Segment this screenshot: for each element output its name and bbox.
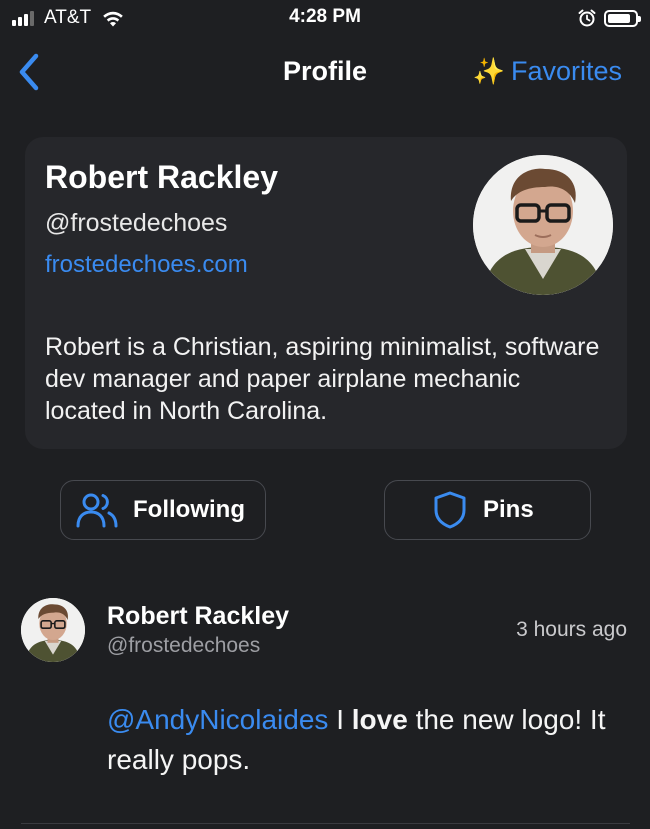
favorites-label: Favorites: [510, 56, 622, 86]
profile-bio: Robert is a Christian, aspiring minimali…: [45, 333, 600, 425]
following-button[interactable]: Following: [60, 480, 266, 540]
post-author-handle: @frostedechoes: [107, 634, 261, 657]
post-bold-word: love: [351, 704, 408, 735]
status-bar-right: [578, 6, 641, 30]
wifi-icon: [103, 11, 123, 27]
following-label: Following: [133, 496, 245, 523]
status-bar-left: AT&T: [12, 6, 125, 30]
post-divider: [21, 823, 630, 824]
profile-card: Robert Rackley @frostedechoes frostedech…: [25, 137, 627, 449]
mention-link[interactable]: @AndyNicolaides: [107, 704, 328, 735]
avatar-photo: [21, 598, 85, 662]
profile-avatar[interactable]: [473, 155, 613, 295]
profile-website-link[interactable]: frostedechoes.com: [45, 251, 248, 279]
profile-name: Robert Rackley: [45, 159, 278, 195]
avatar-photo: [473, 155, 613, 295]
profile-screen: AT&T 4:28 PM Profile ✨ Favorites Robert …: [0, 0, 650, 829]
carrier-name: AT&T: [44, 7, 92, 28]
sparkles-icon: ✨: [472, 56, 505, 86]
profile-handle: @frostedechoes: [45, 209, 228, 237]
post-timestamp: 3 hours ago: [516, 618, 627, 641]
favorites-button[interactable]: ✨ Favorites: [473, 56, 622, 87]
battery-icon: [604, 9, 641, 27]
users-icon: [75, 490, 119, 530]
back-button[interactable]: [12, 52, 46, 92]
post-author-avatar[interactable]: [21, 598, 85, 662]
status-bar: AT&T 4:28 PM: [0, 0, 650, 36]
pins-button[interactable]: Pins: [384, 480, 591, 540]
shield-icon: [433, 490, 467, 530]
pins-label: Pins: [483, 496, 534, 523]
post-author-name[interactable]: Robert Rackley: [107, 602, 289, 631]
navigation-bar: Profile ✨ Favorites: [0, 44, 650, 100]
post-body: @AndyNicolaides I love the new logo! It …: [107, 700, 627, 780]
alarm-clock-icon: [578, 9, 596, 27]
signal-strength-icon: [12, 10, 36, 26]
post-text-part: I: [328, 704, 352, 735]
chevron-left-icon: [19, 53, 39, 91]
